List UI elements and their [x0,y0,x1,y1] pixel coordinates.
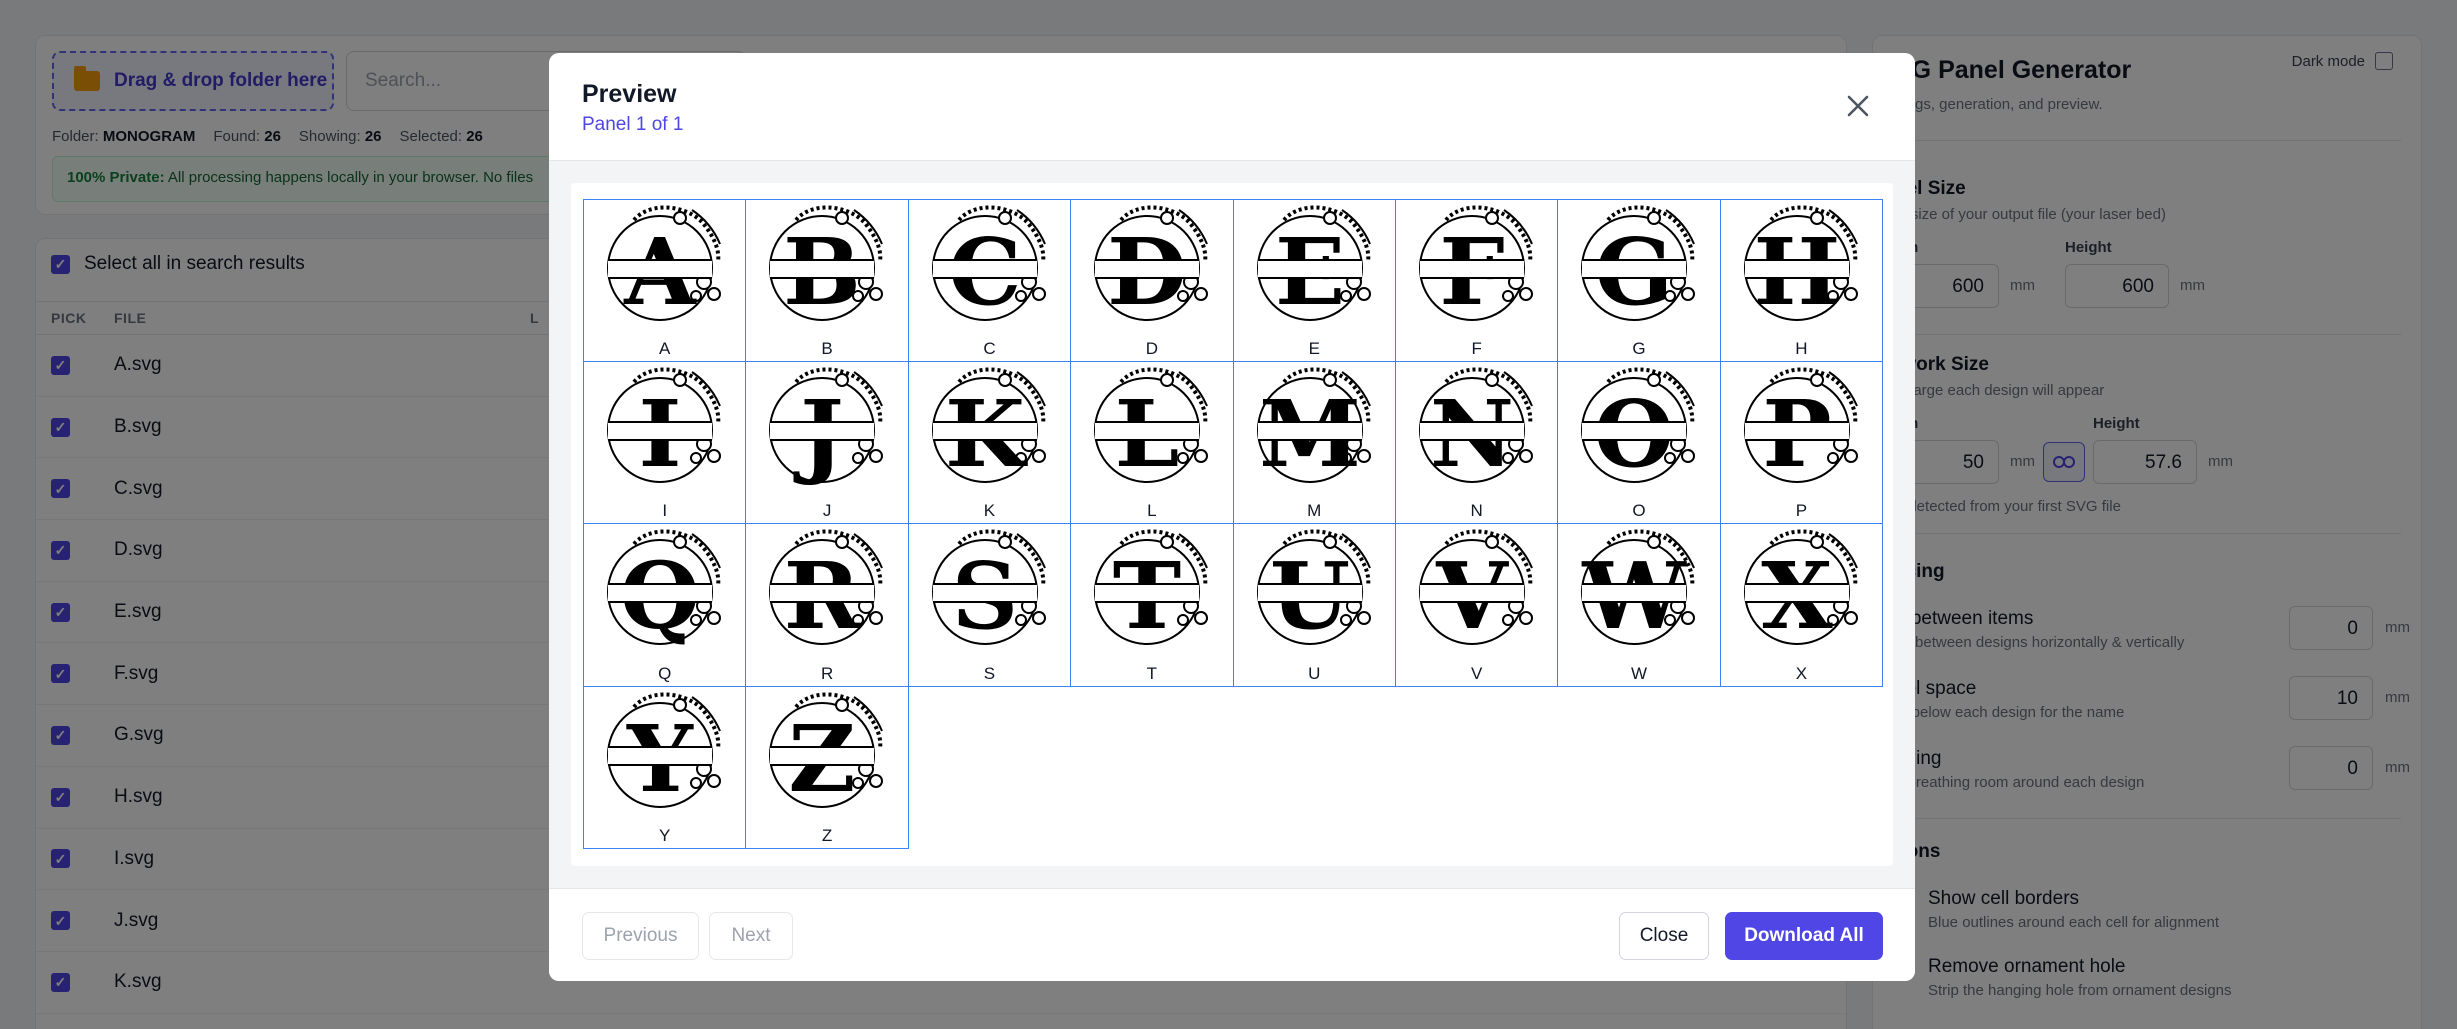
previous-button[interactable]: Previous [582,912,699,960]
monogram-label: I [662,501,668,521]
monogram-label: U [1308,663,1321,683]
monogram-cell: JJ [745,361,909,525]
monogram-artwork: P [1743,367,1858,488]
monogram-label: Z [821,825,833,845]
monogram-artwork: E [1256,205,1371,326]
monogram-label: C [983,339,996,359]
monogram-label: P [1795,501,1808,521]
monogram-artwork: O [1581,367,1696,488]
monogram-label: L [1147,501,1157,521]
monogram-label: T [1146,663,1158,683]
modal-subtitle: Panel 1 of 1 [582,114,684,135]
modal-title: Preview [582,80,677,108]
monogram-cell: BB [745,199,909,363]
monogram-cell: SS [907,523,1072,687]
close-icon-glyph [1847,95,1869,117]
monogram-artwork: D [1094,205,1209,326]
monogram-cell: GG [1557,199,1721,363]
monogram-cell: XX [1719,523,1884,687]
monogram-cell: TT [1070,523,1234,687]
monogram-label: E [1308,339,1320,359]
app-background: Drag & drop folder here Folder: MONOGRAM… [0,0,2457,1029]
monogram-artwork: W [1581,529,1696,650]
monogram-cell: VV [1394,523,1559,687]
monogram-artwork: L [1094,367,1209,488]
monogram-artwork: U [1256,529,1371,650]
monogram-cell: YY [583,685,747,849]
monogram-cell: OO [1557,361,1721,525]
monogram-artwork: Z [769,692,884,813]
monogram-cell: LL [1070,361,1234,525]
monogram-cell: II [583,361,747,525]
monogram-artwork: I [607,367,721,488]
monogram-label: W [1631,663,1648,683]
monogram-artwork: G [1581,205,1696,326]
monogram-label: J [822,501,832,521]
monogram-label: S [983,663,996,683]
monogram-artwork: T [1094,529,1209,650]
monogram-artwork: J [769,367,884,488]
monogram-label: R [820,663,834,683]
monogram-cell: DD [1070,199,1234,363]
monogram-cell: WW [1557,523,1721,687]
download-all-button[interactable]: Download All [1725,912,1883,960]
monogram-artwork: M [1256,367,1371,488]
modal-body: AABBCCDDEEFFGGHHIIJJKKLLMMNNOOPPQQRRSSTT… [549,161,1915,888]
monogram-artwork: F [1418,205,1533,326]
monogram-cell: EE [1232,199,1396,363]
monogram-label: G [1632,339,1646,359]
monogram-artwork: R [769,529,884,650]
monogram-cell: UU [1232,523,1396,687]
monogram-artwork: V [1418,529,1533,650]
monogram-cell: AA [583,199,747,363]
monogram-cell: HH [1719,199,1884,363]
close-icon[interactable] [1843,91,1873,121]
monogram-cell: ZZ [745,685,909,849]
modal-footer: Previous Next Close Download All [549,888,1915,981]
monogram-label: Q [658,663,672,683]
monogram-cell: RR [745,523,909,687]
monogram-artwork: C [931,205,1046,326]
monogram-cell: PP [1719,361,1884,525]
monogram-label: Y [659,825,671,845]
monogram-artwork: H [1743,205,1858,326]
monogram-cell: FF [1394,199,1559,363]
monogram-label: X [1795,663,1808,683]
monogram-artwork: X [1743,529,1858,650]
monogram-grid: AABBCCDDEEFFGGHHIIJJKKLLMMNNOOPPQQRRSSTT… [583,199,1884,849]
monogram-cell: QQ [583,523,747,687]
monogram-artwork: N [1418,367,1533,488]
monogram-artwork: K [931,367,1046,488]
monogram-artwork: B [769,205,884,326]
monogram-label: K [983,501,996,521]
monogram-label: D [1145,339,1158,359]
monogram-label: H [1795,339,1808,359]
monogram-label: F [1471,339,1482,359]
monogram-cell: CC [907,199,1072,363]
monogram-artwork: S [931,529,1046,650]
monogram-label: A [659,339,671,359]
monogram-cell: KK [907,361,1072,525]
monogram-label: N [1470,501,1483,521]
panel-canvas: AABBCCDDEEFFGGHHIIJJKKLLMMNNOOPPQQRRSSTT… [571,183,1893,866]
monogram-label: V [1470,663,1483,683]
preview-modal: Preview Panel 1 of 1 AABBCCDDEEFFGGHHIIJ… [549,53,1915,981]
monogram-label: O [1632,501,1646,521]
monogram-label: B [821,339,833,359]
monogram-artwork: A [607,205,721,326]
monogram-artwork: Y [607,692,721,813]
monogram-cell: NN [1394,361,1559,525]
monogram-artwork: Q [607,529,721,650]
monogram-cell: MM [1232,361,1396,525]
modal-header: Preview Panel 1 of 1 [549,53,1915,161]
monogram-label: M [1307,501,1322,521]
close-button[interactable]: Close [1619,912,1709,960]
next-button[interactable]: Next [709,912,793,960]
